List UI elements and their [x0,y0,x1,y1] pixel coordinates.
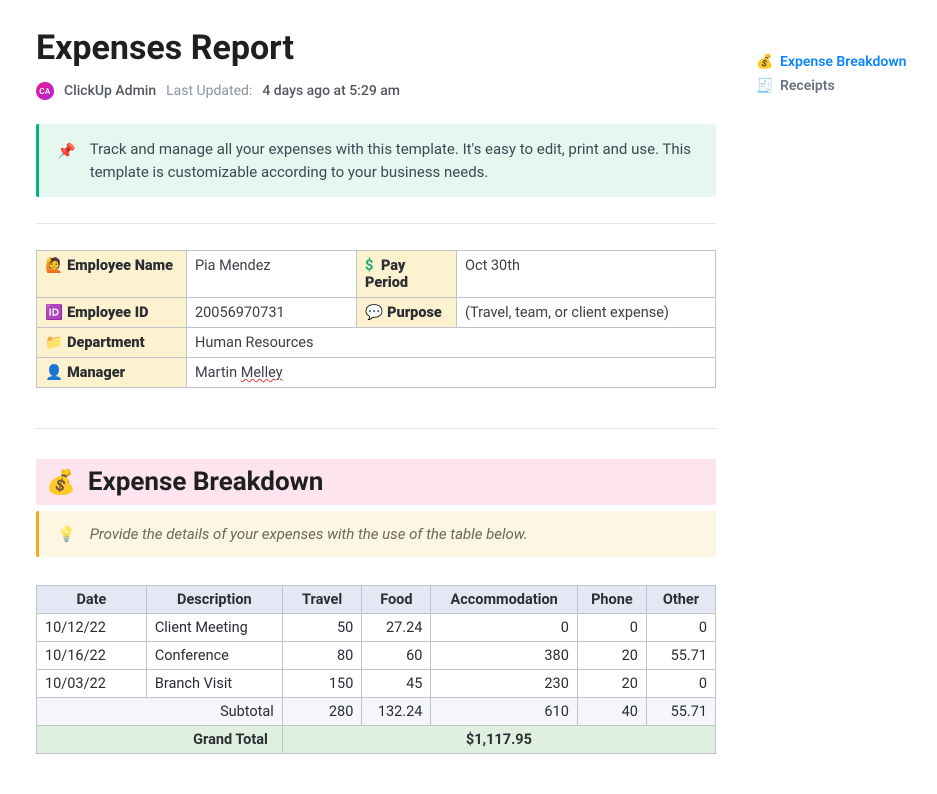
outline-item-label: Receipts [780,78,835,94]
cell-other[interactable]: 55.71 [646,642,715,670]
grand-total-label: Grand Total [37,726,283,754]
chat-icon: 💬 [365,304,383,321]
outline-item[interactable]: 🧾 Receipts [756,74,936,98]
bulb-icon: 💡 [57,525,76,543]
expense-header-row: Date Description Travel Food Accommodati… [37,586,716,614]
col-desc: Description [146,586,282,614]
outline-item-label: Expense Breakdown [780,54,906,70]
employee-name-value[interactable]: Pia Mendez [187,251,357,298]
money-bag-icon: 💰 [46,468,76,496]
cell-food[interactable]: 27.24 [362,614,431,642]
cell-desc[interactable]: Branch Visit [146,670,282,698]
employee-meta-table: 🙋Employee Name Pia Mendez $ Pay Period O… [36,250,716,388]
updated-label: Last Updated: [166,83,252,99]
author-avatar: CA [36,82,54,100]
employee-id-label: 🆔Employee ID [37,298,187,328]
folder-icon: 📁 [45,334,63,351]
employee-id-value[interactable]: 20056970731 [187,298,357,328]
col-phone: Phone [577,586,646,614]
cell-phone[interactable]: 20 [577,642,646,670]
table-row[interactable]: 10/16/22Conference80603802055.71 [37,642,716,670]
employee-name-label: 🙋Employee Name [37,251,187,298]
grand-total-row: Grand Total $1,117.95 [37,726,716,754]
manager-label: 👤Manager [37,358,187,388]
subtotal-row: Subtotal 280 132.24 610 40 55.71 [37,698,716,726]
outline-sidebar: 💰 Expense Breakdown 🧾 Receipts [756,20,936,754]
cell-travel[interactable]: 150 [282,670,362,698]
cell-desc[interactable]: Conference [146,642,282,670]
breakdown-hint-callout: 💡 Provide the details of your expenses w… [36,511,716,557]
subtotal-other: 55.71 [646,698,715,726]
expense-table: Date Description Travel Food Accommodati… [36,585,716,754]
department-value[interactable]: Human Resources [187,328,716,358]
person-icon: 🙋 [45,257,63,274]
subtotal-food: 132.24 [362,698,431,726]
cell-travel[interactable]: 80 [282,642,362,670]
purpose-value[interactable]: (Travel, team, or client expense) [457,298,716,328]
cell-phone[interactable]: 0 [577,614,646,642]
intro-callout: 📌 Track and manage all your expenses wit… [36,124,716,197]
page-meta: CA ClickUp Admin Last Updated: 4 days ag… [36,82,716,100]
pay-period-label: $ Pay Period [357,251,457,298]
table-row[interactable]: 10/03/22Branch Visit15045230200 [37,670,716,698]
id-icon: 🆔 [45,304,63,321]
cell-date[interactable]: 10/16/22 [37,642,147,670]
dollar-icon: $ [365,257,373,274]
page-title: Expenses Report [36,28,716,68]
expense-breakdown-heading: 💰 Expense Breakdown [36,459,716,505]
manager-icon: 👤 [45,364,63,381]
cell-food[interactable]: 60 [362,642,431,670]
updated-value: 4 days ago at 5:29 am [262,83,400,99]
cell-phone[interactable]: 20 [577,670,646,698]
col-acc: Accommodation [431,586,577,614]
department-label: 📁Department [37,328,187,358]
col-travel: Travel [282,586,362,614]
table-row[interactable]: 10/12/22Client Meeting5027.24000 [37,614,716,642]
subtotal-travel: 280 [282,698,362,726]
breakdown-hint-text: Provide the details of your expenses wit… [90,525,528,543]
cell-food[interactable]: 45 [362,670,431,698]
col-date: Date [37,586,147,614]
cell-other[interactable]: 0 [646,670,715,698]
cell-travel[interactable]: 50 [282,614,362,642]
divider [36,428,716,429]
author-name: ClickUp Admin [64,83,156,99]
subtotal-phone: 40 [577,698,646,726]
intro-callout-text: Track and manage all your expenses with … [90,138,698,183]
cell-other[interactable]: 0 [646,614,715,642]
col-other: Other [646,586,715,614]
pay-period-value[interactable]: Oct 30th [457,251,716,298]
cell-date[interactable]: 10/12/22 [37,614,147,642]
receipt-icon: 🧾 [756,78,772,94]
cell-acc[interactable]: 0 [431,614,577,642]
money-bag-icon: 💰 [756,54,772,70]
subtotal-label: Subtotal [37,698,283,726]
subtotal-acc: 610 [431,698,577,726]
grand-total-value: $1,117.95 [282,726,715,754]
pin-icon: 📌 [57,140,76,183]
cell-acc[interactable]: 230 [431,670,577,698]
outline-item[interactable]: 💰 Expense Breakdown [756,50,936,74]
col-food: Food [362,586,431,614]
cell-acc[interactable]: 380 [431,642,577,670]
cell-desc[interactable]: Client Meeting [146,614,282,642]
manager-value[interactable]: Martin Melley [187,358,716,388]
divider [36,223,716,224]
purpose-label: 💬Purpose [357,298,457,328]
expense-breakdown-title: Expense Breakdown [88,467,323,497]
cell-date[interactable]: 10/03/22 [37,670,147,698]
